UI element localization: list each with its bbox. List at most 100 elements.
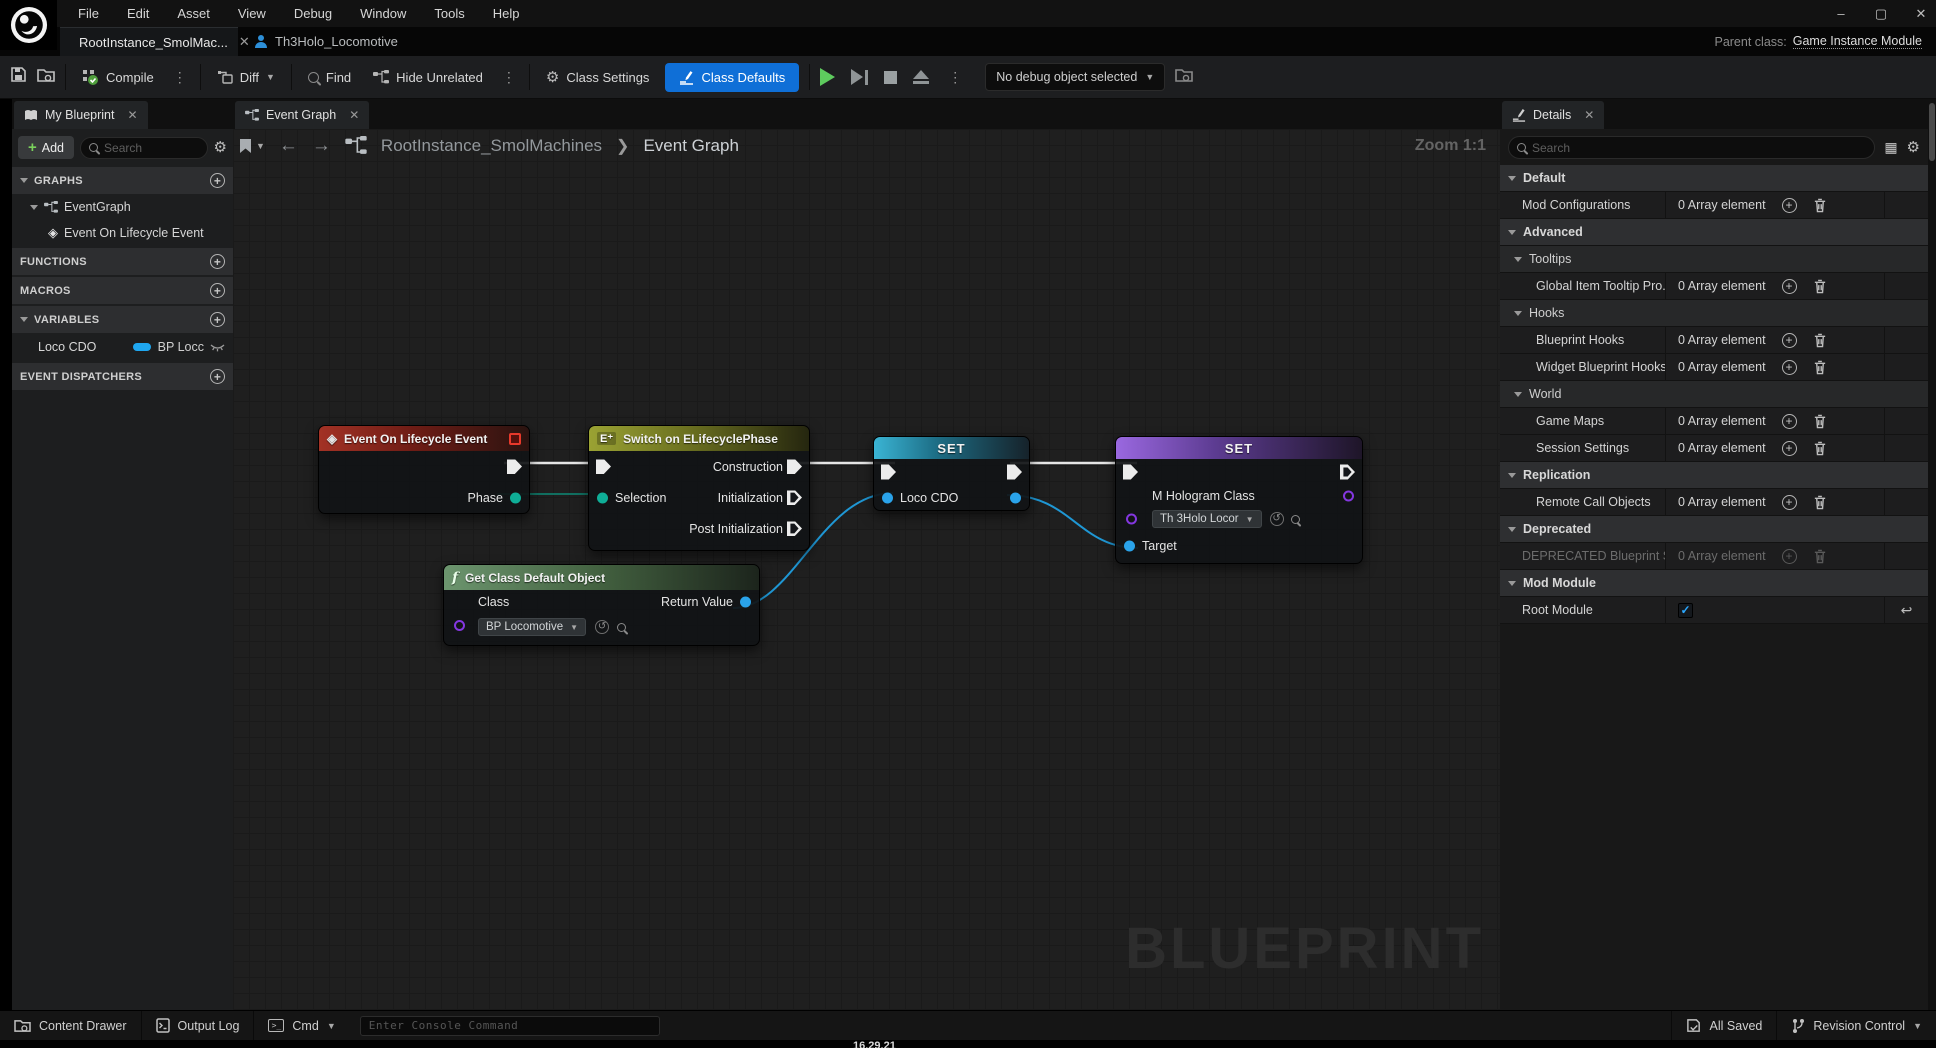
debug-browse-icon[interactable] [1175,67,1194,88]
clear-array-icon[interactable] [1813,441,1827,456]
exec-in-pin[interactable] [1123,465,1138,480]
variable-loco-cdo[interactable]: Loco CDO BP Locc [12,333,233,361]
hide-unrelated-button[interactable]: Hide Unrelated [367,65,489,90]
add-macro-icon[interactable]: + [210,283,225,298]
post-initialization-exec-pin[interactable] [787,521,802,536]
console-command-input[interactable] [359,1015,660,1036]
details-scrollbar[interactable] [1928,99,1936,1010]
my-blueprint-search[interactable] [80,136,208,159]
cmd-dropdown[interactable]: >_ Cmd ▼ [254,1011,349,1040]
browse-icon[interactable] [617,622,627,632]
breadcrumb-root[interactable]: RootInstance_SmolMachines [381,136,602,156]
maximize-button[interactable]: ▢ [1874,6,1888,22]
details-search[interactable] [1508,136,1876,159]
add-graph-icon[interactable]: + [210,173,225,188]
selection-pin[interactable] [597,492,608,503]
tab-th3holo[interactable]: Th3Holo_Locomotive [242,27,410,56]
eject-button[interactable] [913,70,930,84]
frame-skip-button[interactable] [851,69,869,85]
parent-class-link[interactable]: Game Instance Module [1792,34,1922,49]
hologram-class-in-pin[interactable] [1126,513,1137,525]
node-get-class-default-object[interactable]: f Get Class Default Object Class Return … [443,564,760,646]
add-button[interactable]: + Add [18,136,75,159]
add-array-element-icon[interactable]: + [1781,278,1797,294]
details-row-default[interactable]: Default [1500,165,1928,192]
details-row-tooltips[interactable]: Tooltips [1500,246,1928,273]
section-variables[interactable]: VARIABLES + [12,306,233,333]
nav-back-arrow-icon[interactable]: ← [279,135,298,157]
debug-object-dropdown[interactable]: No debug object selected ▼ [985,63,1166,91]
exec-out-pin[interactable] [507,459,522,474]
graph-options-kebab[interactable]: ⋮ [499,69,519,86]
details-row-mod-module[interactable]: Mod Module [1500,570,1928,597]
close-button[interactable]: ✕ [1914,6,1928,22]
compile-button[interactable]: Compile [76,64,160,91]
output-log-button[interactable]: Output Log [142,1011,255,1040]
class-dropdown[interactable]: BP Locomotive ▼ [478,618,587,636]
hologram-class-out-pin[interactable] [1343,490,1354,502]
node-set-loco-cdo[interactable]: SET Loco CDO [873,436,1030,511]
content-drawer-button[interactable]: Content Drawer [0,1011,142,1040]
add-array-element-icon[interactable]: + [1781,440,1797,456]
play-options-kebab[interactable]: ⋮ [945,69,965,86]
clear-array-icon[interactable] [1813,198,1827,213]
browse-icon[interactable] [1290,514,1300,524]
add-function-icon[interactable]: + [210,254,225,269]
clear-array-icon[interactable] [1813,279,1827,294]
add-array-element-icon[interactable]: + [1781,359,1797,375]
exec-out-pin[interactable] [1007,465,1022,480]
bookmarks-dropdown[interactable]: ▼ [239,138,265,154]
add-array-element-icon[interactable]: + [1781,197,1797,213]
class-pin[interactable] [454,620,465,631]
compile-options-kebab[interactable]: ⋮ [170,69,190,86]
node-event-on-lifecycle-event[interactable]: ◈ Event On Lifecycle Event Phase [318,425,530,514]
play-button[interactable] [820,68,836,86]
section-functions[interactable]: FUNCTIONS + [12,248,233,275]
menu-tools[interactable]: Tools [422,2,476,25]
clear-array-icon[interactable] [1813,333,1827,348]
menu-file[interactable]: File [66,2,111,25]
section-graphs[interactable]: GRAPHS + [12,167,233,194]
details-row-advanced[interactable]: Advanced [1500,219,1928,246]
return-value-pin[interactable] [740,596,751,608]
exec-in-pin[interactable] [596,459,611,474]
clear-array-icon[interactable] [1813,495,1827,510]
add-variable-icon[interactable]: + [210,312,225,327]
search-input[interactable] [104,140,199,155]
details-row-deprecated[interactable]: Deprecated [1500,516,1928,543]
close-icon[interactable]: ✕ [349,108,359,122]
clear-array-icon[interactable] [1813,414,1827,429]
nav-forward-arrow-icon[interactable]: → [312,135,331,157]
menu-help[interactable]: Help [481,2,532,25]
section-event-dispatchers[interactable]: EVENT DISPATCHERS + [12,363,233,390]
tab-rootinstance[interactable]: RootInstance_SmolMac... ✕ [60,27,250,56]
close-icon[interactable]: ✕ [1584,108,1594,122]
target-pin[interactable] [1124,540,1135,552]
use-selected-icon[interactable]: ↺ [595,620,610,634]
save-icon[interactable] [10,66,27,88]
phase-pin[interactable] [510,492,521,503]
details-row-hooks[interactable]: Hooks [1500,300,1928,327]
construction-exec-pin[interactable] [787,459,802,474]
exec-out-pin[interactable] [1340,465,1355,480]
root-module-checkbox[interactable]: ✓ [1678,602,1693,618]
revision-control-dropdown[interactable]: Revision Control ▼ [1776,1011,1936,1040]
use-selected-icon[interactable]: ↺ [1269,512,1284,526]
add-dispatcher-icon[interactable]: + [210,369,225,384]
reset-to-default-icon[interactable]: ↩ [1901,602,1913,619]
add-array-element-icon[interactable]: + [1781,332,1797,348]
graph-canvas[interactable] [233,129,1500,1010]
loco-cdo-out-pin[interactable] [1010,492,1021,504]
tab-my-blueprint[interactable]: My Blueprint ✕ [14,101,148,129]
menu-view[interactable]: View [226,2,278,25]
details-row-world[interactable]: World [1500,381,1928,408]
initialization-exec-pin[interactable] [787,490,802,505]
details-settings-gear-icon[interactable]: ⚙ [1907,140,1920,155]
node-set-hologram-class[interactable]: SET M Hologram Class Th 3Holo Locor ▼ ↺ … [1115,436,1363,564]
clear-array-icon[interactable] [1813,360,1827,375]
exec-in-pin[interactable] [881,465,896,480]
class-defaults-button[interactable]: Class Defaults [665,62,800,92]
panel-settings-gear-icon[interactable]: ⚙ [214,140,227,155]
display-filter-icon[interactable]: ▦ [1884,139,1897,156]
diff-button[interactable]: Diff ▼ [211,64,281,90]
